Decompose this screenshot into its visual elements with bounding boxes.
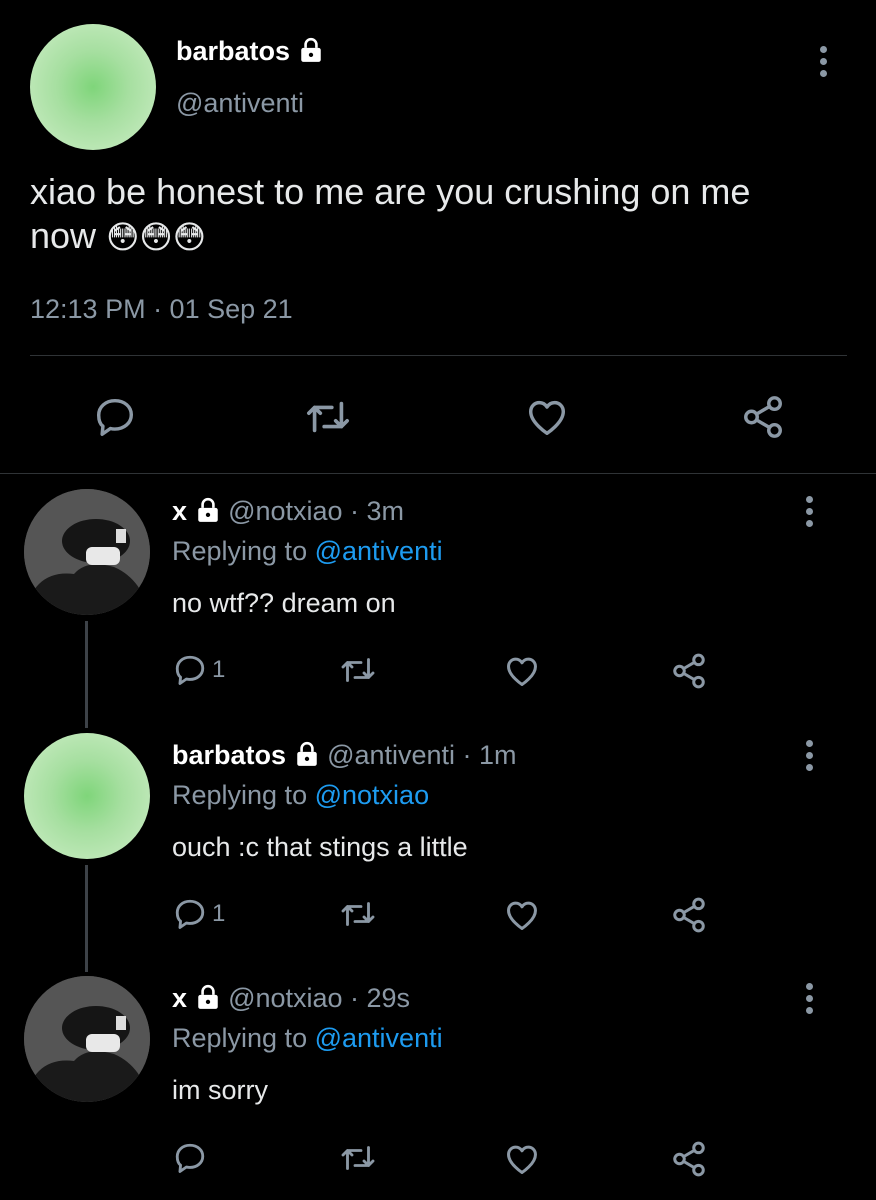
retweet-icon (341, 902, 375, 926)
reply-button[interactable]: 1 (172, 896, 225, 932)
reply-icon (175, 655, 205, 685)
more-options-button[interactable] (806, 496, 814, 532)
lock-icon (195, 984, 221, 1017)
avatar-photo (24, 489, 150, 615)
like-icon (507, 657, 537, 686)
like-icon (528, 400, 566, 436)
thread-line (85, 621, 88, 728)
share-icon (673, 1141, 705, 1177)
thread-line (85, 865, 88, 972)
display-name-text: barbatos (176, 36, 291, 66)
retweet-button[interactable] (303, 394, 353, 440)
tweet-text: xiao be honest to me are you crushing on… (30, 170, 850, 259)
avatar[interactable] (24, 976, 150, 1102)
replying-to: Replying to @antiventi (172, 536, 443, 567)
flushed-emoji: 😳😳😳 (106, 219, 207, 255)
avatar[interactable] (24, 489, 150, 615)
replying-to-label: Replying to (172, 536, 308, 566)
retweet-button[interactable] (338, 896, 378, 932)
like-button[interactable] (524, 394, 570, 440)
divider (0, 473, 876, 474)
reply-icon (175, 1143, 205, 1173)
share-button[interactable] (670, 896, 708, 934)
reply-button[interactable]: 1 (172, 652, 225, 688)
reply-icon (175, 899, 205, 929)
tweet-text-word: now (30, 215, 97, 256)
retweet-icon (307, 401, 349, 433)
more-vertical-icon (806, 983, 814, 1014)
avatar[interactable] (24, 733, 150, 859)
timestamp[interactable]: 12:13 PM · 01 Sep 21 (30, 294, 293, 325)
reply-button[interactable] (172, 1140, 208, 1176)
retweet-button[interactable] (338, 652, 378, 688)
share-icon (673, 897, 705, 933)
like-icon (507, 901, 537, 930)
replying-to-label: Replying to (172, 780, 308, 810)
retweet-button[interactable] (338, 1140, 378, 1176)
replying-to: Replying to @notxiao (172, 780, 429, 811)
handle-and-time[interactable]: @antiventi · 1m (327, 740, 516, 770)
lock-icon (298, 37, 324, 70)
lock-icon (195, 497, 221, 530)
lock-icon (294, 741, 320, 774)
reply-icon (96, 398, 134, 436)
replying-to: Replying to @antiventi (172, 1023, 443, 1054)
more-vertical-icon (820, 46, 828, 77)
display-name[interactable]: barbatos (172, 740, 286, 770)
more-vertical-icon (806, 496, 814, 527)
retweet-icon (341, 658, 375, 682)
handle-and-time[interactable]: @notxiao · 29s (228, 983, 410, 1013)
avatar-photo (24, 976, 150, 1102)
replying-to-label: Replying to (172, 1023, 308, 1053)
reply-text: no wtf?? dream on (172, 588, 396, 618)
divider (30, 355, 847, 356)
tweet-text-line1: xiao be honest to me are you crushing on… (30, 171, 751, 212)
more-options-button[interactable] (820, 46, 828, 82)
display-name[interactable]: barbatos (176, 36, 324, 70)
display-name[interactable]: x (172, 496, 187, 526)
share-button[interactable] (670, 1140, 708, 1178)
like-button[interactable] (503, 1140, 541, 1178)
more-options-button[interactable] (806, 983, 814, 1019)
replying-to-link[interactable]: @antiventi (315, 1023, 443, 1053)
reply-button[interactable] (92, 394, 138, 440)
like-button[interactable] (503, 896, 541, 934)
share-icon (744, 396, 782, 438)
like-button[interactable] (503, 652, 541, 690)
display-name[interactable]: x (172, 983, 187, 1013)
reply-header: barbatos @antiventi · 1m (172, 740, 517, 774)
reply-count: 1 (212, 900, 226, 927)
replying-to-link[interactable]: @antiventi (315, 536, 443, 566)
reply-count: 1 (212, 656, 226, 683)
reply-text: im sorry (172, 1075, 268, 1105)
reply-header: x @notxiao · 3m (172, 496, 404, 530)
avatar[interactable] (30, 24, 156, 150)
share-button[interactable] (670, 652, 708, 690)
handle-and-time[interactable]: @notxiao · 3m (228, 496, 404, 526)
handle[interactable]: @antiventi (176, 88, 304, 119)
share-icon (673, 653, 705, 689)
retweet-icon (341, 1146, 375, 1170)
reply-text: ouch :c that stings a little (172, 832, 468, 862)
more-vertical-icon (806, 740, 814, 771)
reply-header: x @notxiao · 29s (172, 983, 410, 1017)
share-button[interactable] (740, 394, 786, 440)
like-icon (507, 1145, 537, 1174)
more-options-button[interactable] (806, 740, 814, 776)
tweet-text-line2: now 😳😳😳 (30, 214, 850, 259)
replying-to-link[interactable]: @notxiao (315, 780, 429, 810)
